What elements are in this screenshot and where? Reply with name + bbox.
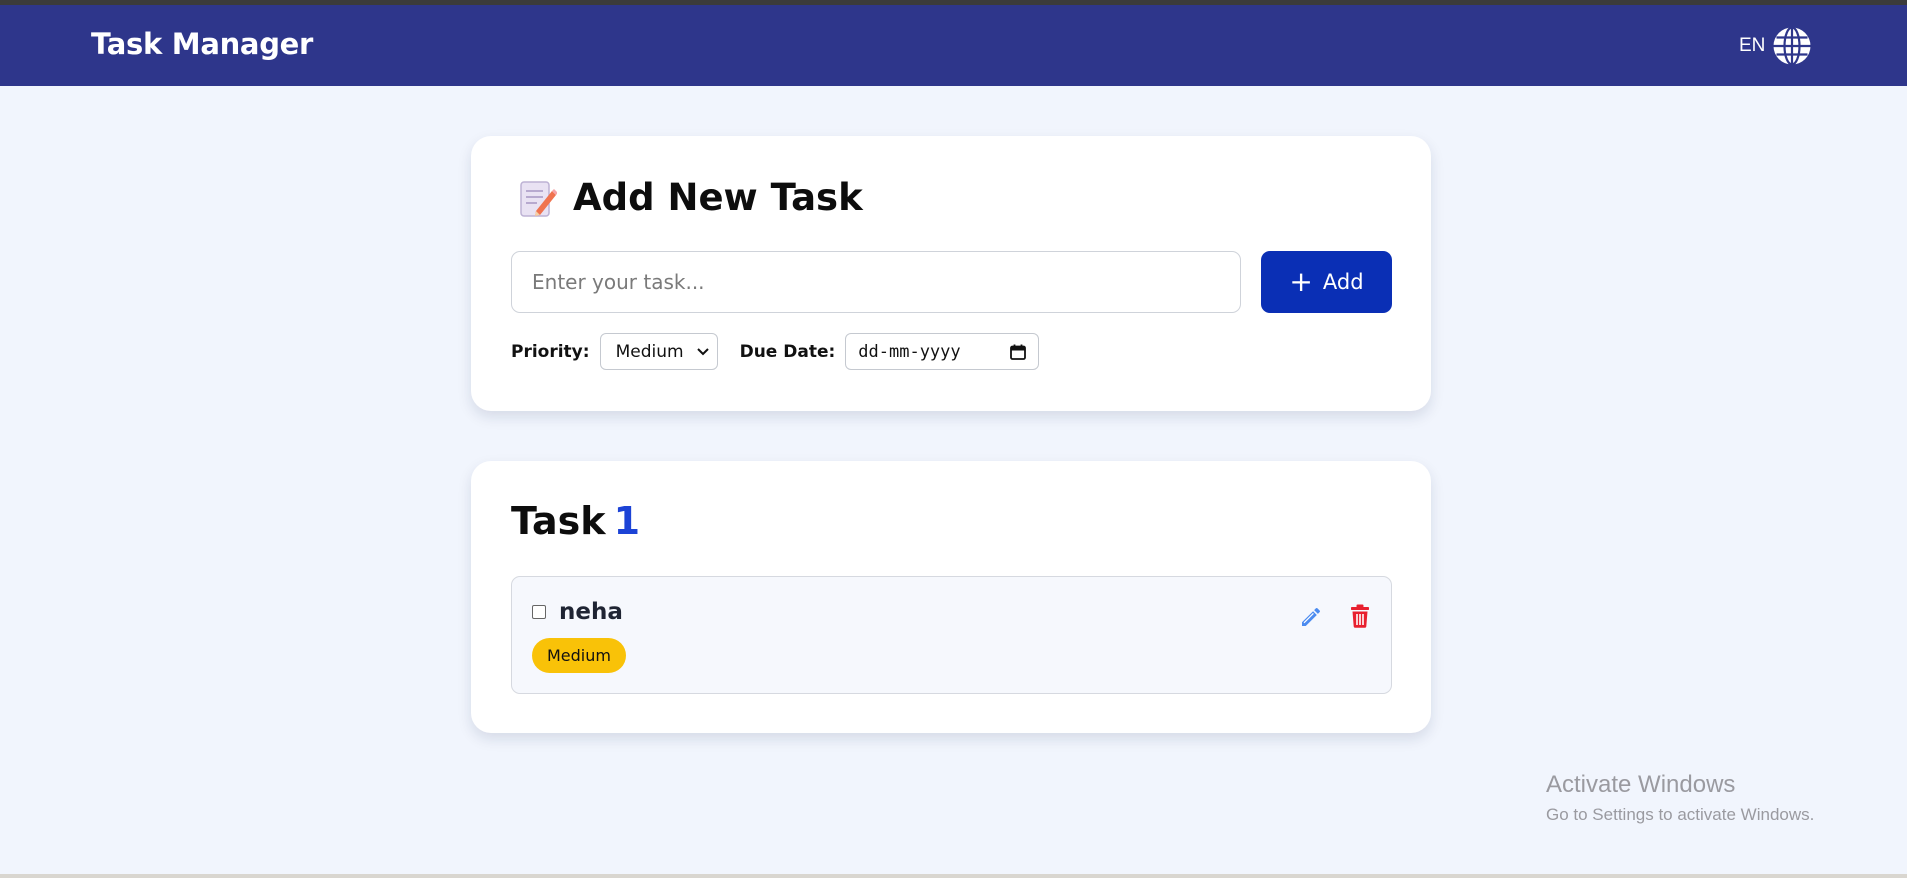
watermark-subtitle: Go to Settings to activate Windows. [1546, 805, 1815, 824]
chevron-down-icon [696, 347, 709, 355]
globe-icon[interactable] [1772, 26, 1812, 66]
add-button-label: Add [1322, 270, 1364, 294]
windows-activation-watermark: Activate Windows Go to Settings to activ… [1546, 771, 1814, 825]
watermark-title: Activate Windows [1546, 771, 1736, 798]
task-list-title: Task [511, 499, 606, 543]
navbar: Task Manager EN [0, 5, 1907, 86]
add-task-title: Add New Task [573, 176, 863, 219]
priority-select[interactable]: Medium [599, 333, 718, 370]
trash-icon[interactable] [1350, 604, 1370, 628]
add-task-card: Add New Task + Add Priority: Medium Due … [471, 136, 1431, 411]
app-title: Task Manager [91, 27, 314, 61]
language-label[interactable]: EN [1739, 35, 1765, 57]
task-count: 1 [613, 499, 641, 543]
priority-select-value: Medium [615, 341, 684, 362]
priority-badge: Medium [532, 638, 626, 673]
due-date-input[interactable]: dd-mm-yyyy [845, 333, 1040, 370]
due-date-label: Due Date: [739, 341, 836, 362]
memo-icon [520, 180, 557, 217]
task-list-heading: Task 1 [511, 499, 640, 543]
pencil-icon[interactable] [1299, 605, 1323, 629]
task-complete-checkbox[interactable] [532, 605, 546, 619]
add-task-button[interactable]: + Add [1261, 251, 1392, 313]
plus-icon: + [1289, 265, 1313, 298]
task-options-row: Priority: Medium Due Date: dd-mm-yyyy [511, 333, 1040, 370]
task-text: neha [559, 599, 623, 625]
task-input[interactable] [511, 251, 1241, 313]
task-item: neha Medium [511, 576, 1392, 694]
priority-label: Priority: [511, 341, 590, 362]
task-list-card: Task 1 neha Medium [471, 461, 1431, 733]
add-task-heading: Add New Task [519, 176, 863, 219]
calendar-icon[interactable] [1010, 344, 1027, 360]
window-bottom-edge [0, 874, 1907, 878]
due-date-value: dd-mm-yyyy [858, 341, 961, 362]
